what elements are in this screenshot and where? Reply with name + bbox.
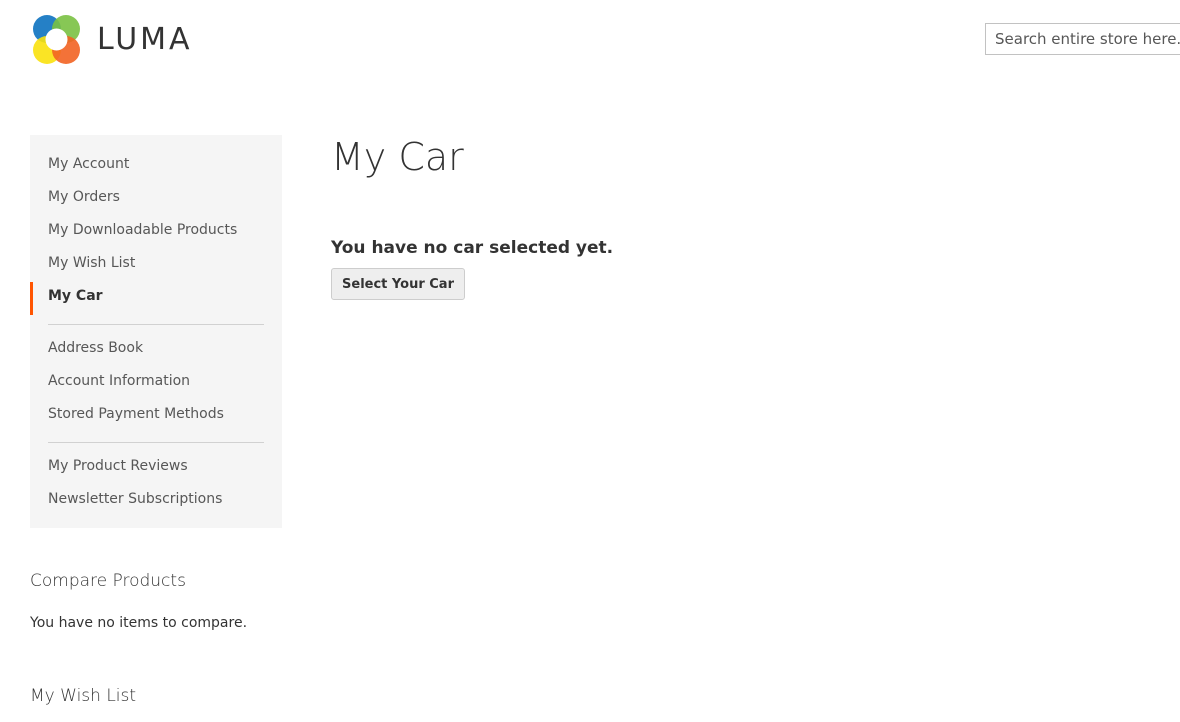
nav-item-address-book[interactable]: Address Book [30,334,282,367]
nav-item-stored-payment-methods[interactable]: Stored Payment Methods [30,400,282,433]
nav-item-my-wish-list[interactable]: My Wish List [30,249,282,282]
page: LUMA My Account My Orders My Downloadabl… [0,0,1180,722]
logo-text: LUMA [97,22,193,57]
nav-item-my-account[interactable]: My Account [30,150,282,183]
luma-logo-icon [33,15,80,64]
nav-item-newsletter-subscriptions[interactable]: Newsletter Subscriptions [30,485,282,518]
nav-item-account-information[interactable]: Account Information [30,367,282,400]
store-logo-link[interactable]: LUMA [30,14,193,66]
select-your-car-button[interactable]: Select Your Car [331,268,465,300]
nav-divider [48,324,264,325]
nav-item-my-downloadable-products[interactable]: My Downloadable Products [30,216,282,249]
search-input[interactable] [985,23,1180,55]
nav-item-my-product-reviews[interactable]: My Product Reviews [30,452,282,485]
page-title: My Car [331,135,464,179]
account-navigation: My Account My Orders My Downloadable Pro… [30,135,282,528]
wishlist-block-title: My Wish List [30,686,137,706]
nav-item-my-orders[interactable]: My Orders [30,183,282,216]
compare-products-title: Compare Products [30,571,186,591]
compare-empty-message: You have no items to compare. [30,615,248,631]
nav-divider [48,442,264,443]
nav-item-my-car-current: My Car [30,282,282,315]
no-car-message: You have no car selected yet. [331,238,614,258]
